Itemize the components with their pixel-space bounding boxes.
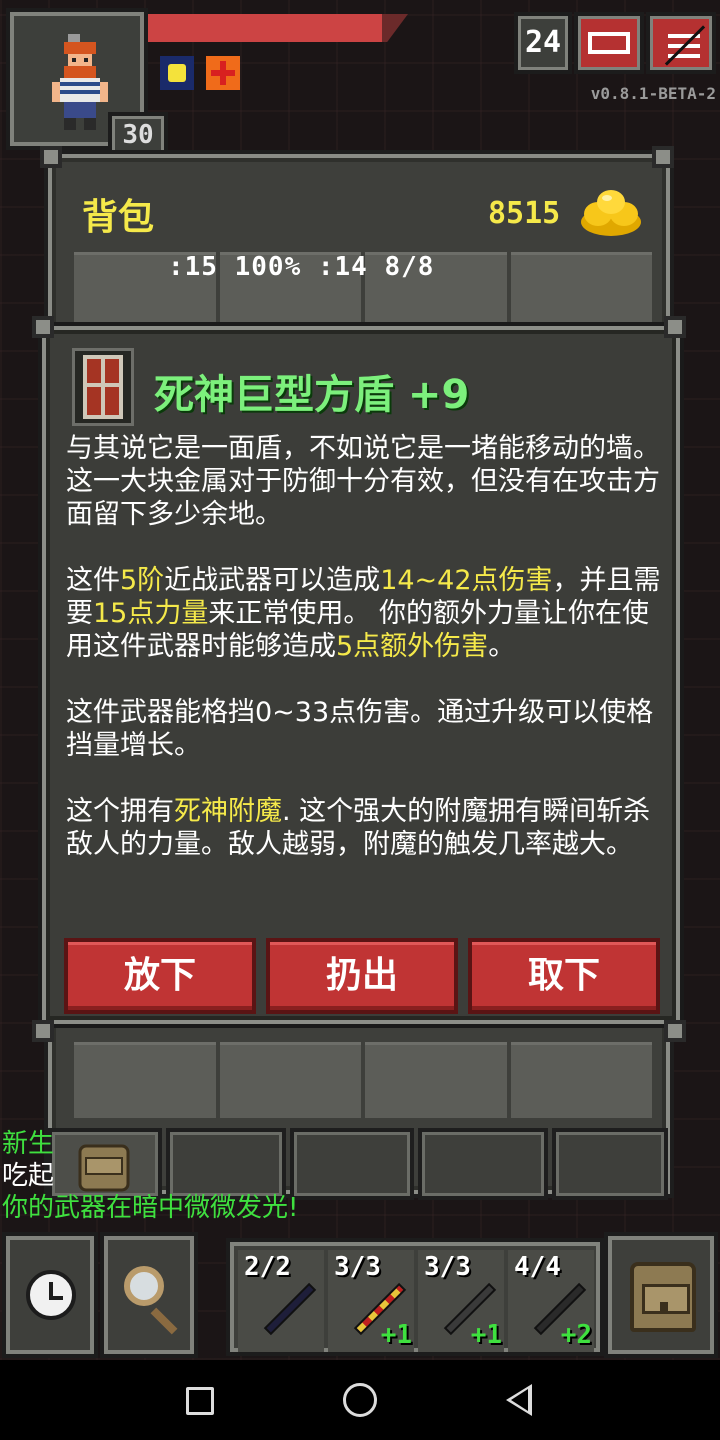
quickslot-bonus: +2	[560, 1320, 592, 1350]
backpack-icon	[630, 1262, 696, 1332]
item-description-stats: 这件5阶近战武器可以造成14~42点伤害，并且需要15点力量来正常使用。 你的额…	[66, 564, 672, 663]
desc-text: 这件	[66, 565, 120, 596]
unequip-button[interactable]: 取下	[468, 938, 660, 1014]
window-corner	[664, 316, 686, 338]
shield-icon	[83, 355, 123, 419]
weapon-damage: 14~42点伤害	[380, 565, 553, 596]
quickslot-charges: 4/4	[514, 1252, 561, 1282]
tab-backpack[interactable]	[48, 1128, 162, 1200]
quickslot-bonus: +1	[470, 1320, 502, 1350]
item-info-window: 死神巨型方盾 +9 与其说它是一面盾，不如说它是一堵能移动的墙。这一大块金属对于…	[38, 322, 684, 1028]
quickslot-charges: 3/3	[424, 1252, 471, 1282]
quickslot-3[interactable]: 3/3 +1	[418, 1250, 504, 1352]
window-corner	[32, 316, 54, 338]
depth-indicator[interactable]: 24	[514, 12, 572, 74]
throw-button[interactable]: 扔出	[266, 938, 458, 1014]
enchantment-name: 死神附魔	[174, 796, 282, 827]
backpack-slot[interactable]	[219, 1042, 361, 1118]
tab-wands[interactable]	[418, 1128, 548, 1200]
version-label: v0.8.1-BETA-2	[590, 84, 716, 103]
search-icon	[124, 1266, 164, 1306]
heal-buff-icon[interactable]	[206, 56, 240, 90]
strength-requirement: 15点力量	[93, 598, 209, 629]
search-button[interactable]	[100, 1232, 198, 1358]
backpack-slots-row	[74, 1042, 652, 1118]
backpack-slot[interactable]	[365, 1042, 507, 1118]
quickslot-bonus: +1	[380, 1320, 412, 1350]
journal-button[interactable]	[574, 12, 644, 74]
tab-seeds[interactable]	[166, 1128, 286, 1200]
clock-icon	[26, 1270, 76, 1320]
home-icon[interactable]	[343, 1383, 377, 1417]
item-description: 与其说它是一面盾，不如说它是一堵能移动的墙。这一大块金属对于防御十分有效，但没有…	[66, 432, 672, 894]
hero-sprite-icon	[52, 34, 108, 130]
drop-button[interactable]: 放下	[64, 938, 256, 1014]
wait-button[interactable]	[2, 1232, 98, 1358]
menu-button[interactable]	[646, 12, 716, 74]
tab-scrolls[interactable]	[290, 1128, 414, 1200]
item-icon-frame	[72, 348, 134, 426]
inventory-stats-line: :15 100% :14 8/8	[168, 252, 435, 282]
log-line: 新生	[2, 1129, 55, 1159]
desc-text: 这个拥有	[66, 796, 174, 827]
quickslot-charges: 3/3	[334, 1252, 381, 1282]
window-corner	[664, 1020, 686, 1042]
wand-icon	[263, 1282, 317, 1336]
backpack-slot[interactable]	[74, 1042, 216, 1118]
item-description-enchant: 这个拥有死神附魔. 这个强大的附魔拥有瞬间斩杀敌人的力量。敌人越弱，附魔的触发几…	[66, 795, 672, 861]
weapon-tier: 5阶	[120, 565, 165, 596]
quickslot-1[interactable]: 2/2	[238, 1250, 324, 1352]
gold-pile-icon	[581, 190, 641, 236]
log-line: 你的武器在暗中微微发光!	[2, 1193, 299, 1223]
gold-amount: 8515	[488, 196, 561, 231]
inventory-title: 背包	[82, 197, 155, 238]
log-line: 吃起	[2, 1161, 55, 1191]
tab-misc[interactable]	[552, 1128, 668, 1200]
item-description-flavor: 与其说它是一面盾，不如说它是一堵能移动的墙。这一大块金属对于防御十分有效，但没有…	[66, 433, 660, 530]
recent-apps-icon[interactable]	[186, 1387, 214, 1415]
window-corner	[652, 146, 674, 168]
bonus-damage: 5点额外伤害	[336, 631, 489, 662]
light-buff-icon[interactable]	[160, 56, 194, 90]
journal-icon	[588, 32, 630, 54]
quickslot-bar: 2/2 3/3 +1 3/3 +1 4/4 +2	[226, 1238, 604, 1356]
item-description-block: 这件武器能格挡0~33点伤害。通过升级可以使格挡量增长。	[66, 697, 654, 761]
backpack-tab-icon	[78, 1144, 130, 1192]
desc-text: 。	[488, 631, 516, 662]
system-nav-bar	[0, 1360, 720, 1440]
back-icon[interactable]	[506, 1384, 532, 1416]
window-corner	[32, 1020, 54, 1042]
quickslot-4[interactable]: 4/4 +2	[508, 1250, 594, 1352]
backpack-slot[interactable]	[510, 1042, 652, 1118]
inventory-button[interactable]	[604, 1232, 718, 1358]
health-bar-fill	[148, 14, 382, 42]
health-bar	[148, 14, 408, 42]
desc-text: 近战武器可以造成	[164, 565, 381, 596]
item-name: 死神巨型方盾 +9	[154, 372, 470, 418]
window-corner	[40, 146, 62, 168]
quickslot-2[interactable]: 3/3 +1	[328, 1250, 414, 1352]
quickslot-charges: 2/2	[244, 1252, 291, 1282]
